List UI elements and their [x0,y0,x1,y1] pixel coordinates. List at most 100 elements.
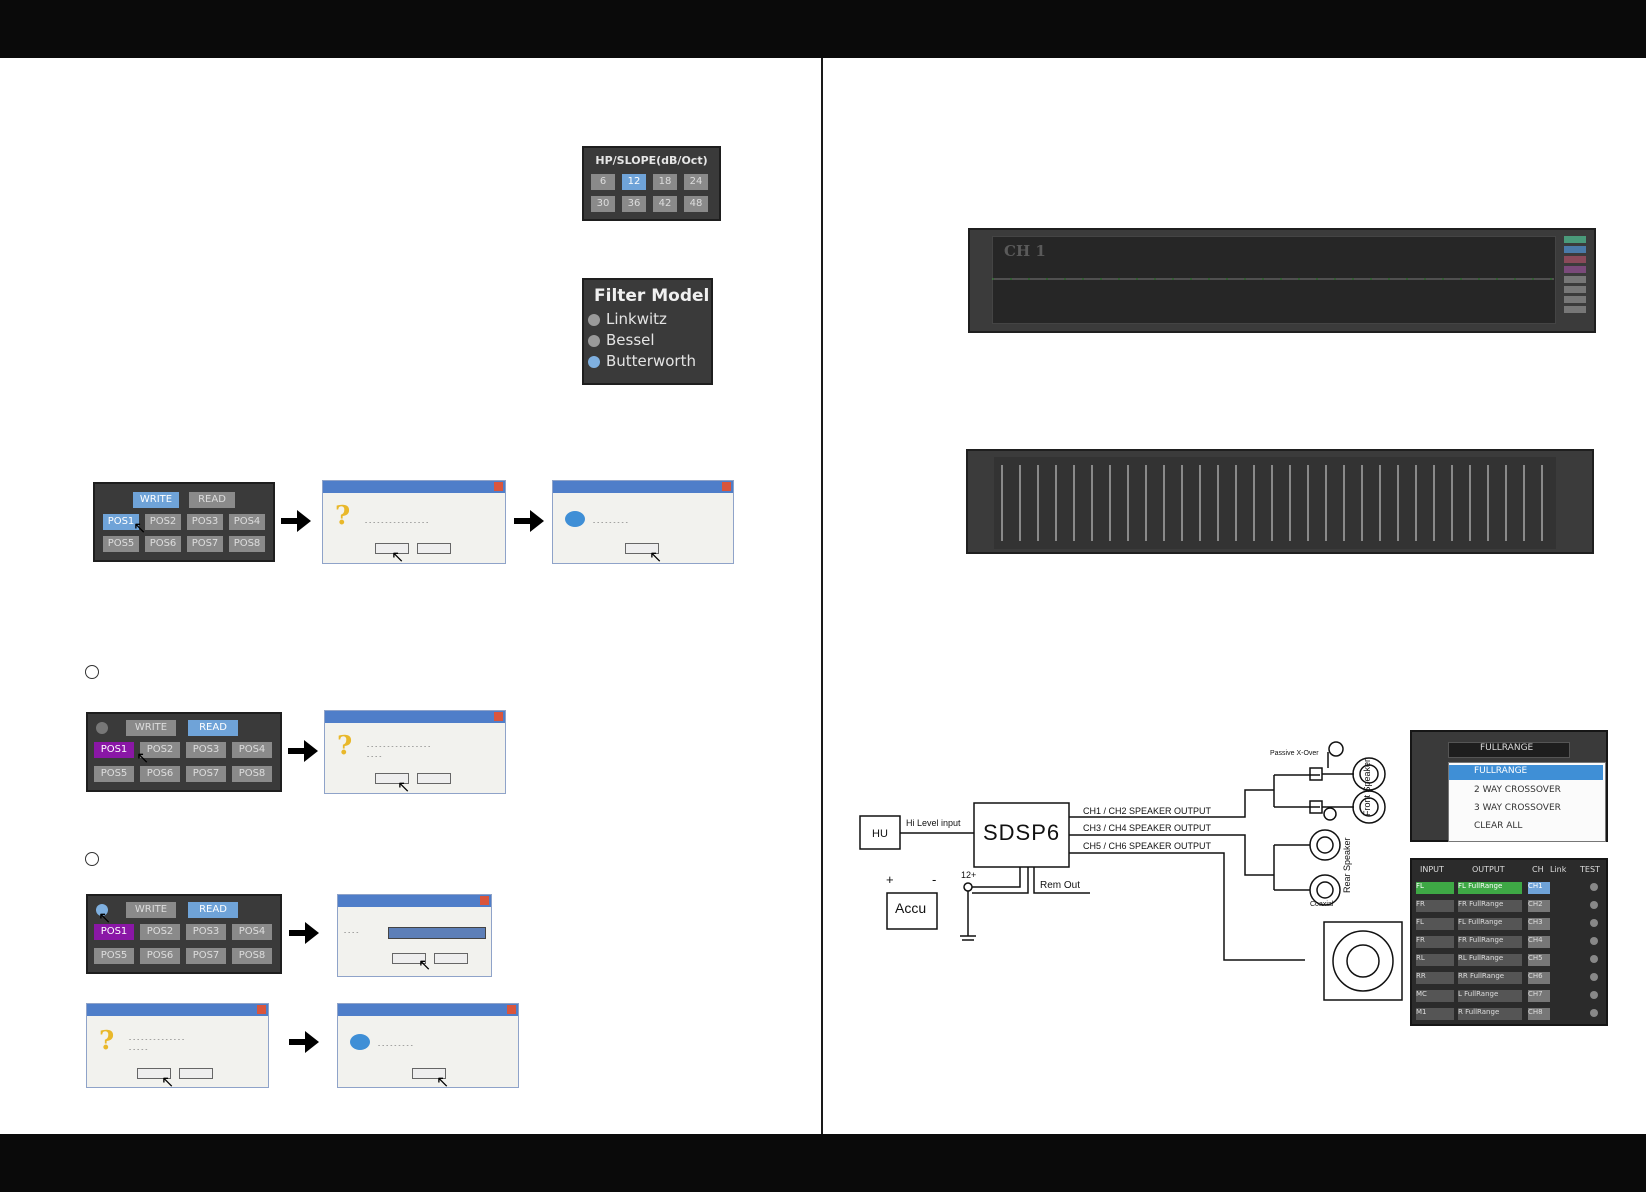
write-button[interactable]: WRITE [126,902,176,918]
routing-test-button[interactable] [1590,991,1598,999]
routing-ch-badge: CH4 [1528,936,1550,948]
pos6-button[interactable]: POS6 [140,948,180,964]
pos4-button[interactable]: POS4 [229,514,265,530]
pos6-button[interactable]: POS6 [140,766,180,782]
eq-side-button[interactable] [1564,266,1586,273]
eq-side-button[interactable] [1564,246,1586,253]
routing-test-button[interactable] [1590,1009,1598,1017]
routing-output-select[interactable]: FL FullRange [1458,918,1522,930]
radio-bessel[interactable] [588,335,600,347]
eq-side-button[interactable] [1564,306,1586,313]
preset-select[interactable] [388,927,486,939]
eq-curve [992,278,1554,280]
pos8-button[interactable]: POS8 [232,766,272,782]
close-icon[interactable] [257,1005,266,1014]
plus-label: + [886,872,894,887]
pos1-button[interactable]: POS1 [94,742,134,758]
dialog-cancel-button[interactable] [434,953,468,964]
filter-option-butterworth: Butterworth [606,352,696,370]
eq-side-button[interactable] [1564,236,1586,243]
cursor-arrow-icon: ↖ [133,518,147,537]
crossover-selected-value: FULLRANGE [1480,743,1534,753]
pos6-button[interactable]: POS6 [145,536,181,552]
dialog-message: - - - - - - - - - - - - - - - - [365,519,429,526]
routing-input-select[interactable]: FL [1416,918,1454,930]
routing-input-select[interactable]: FR [1416,936,1454,948]
slope-btn-36[interactable]: 36 [622,196,646,212]
close-icon[interactable] [494,482,503,491]
hi-level-input-label: Hi Level input [906,818,961,828]
routing-input-select[interactable]: RL [1416,954,1454,966]
eq-slider-bank[interactable] [994,457,1556,549]
write-button[interactable]: WRITE [133,492,179,508]
read-button[interactable]: READ [188,720,238,736]
dialog-cancel-button[interactable] [417,543,451,554]
pos8-button[interactable]: POS8 [229,536,265,552]
routing-test-button[interactable] [1590,919,1598,927]
write-button[interactable]: WRITE [126,720,176,736]
close-icon[interactable] [480,896,489,905]
routing-input-select[interactable]: RR [1416,972,1454,984]
pos4-button[interactable]: POS4 [232,924,272,940]
pos4-button[interactable]: POS4 [232,742,272,758]
close-icon[interactable] [722,482,731,491]
routing-output-select[interactable]: R FullRange [1458,1008,1522,1020]
pos5-button[interactable]: POS5 [94,948,134,964]
routing-output-select[interactable]: RL FullRange [1458,954,1522,966]
pos7-button[interactable]: POS7 [186,766,226,782]
routing-test-button[interactable] [1590,955,1598,963]
routing-output-select[interactable]: FR FullRange [1458,900,1522,912]
pos3-button[interactable]: POS3 [186,742,226,758]
step-bullet [85,665,99,679]
cursor-arrow-icon: ↖ [136,748,150,767]
slope-btn-48[interactable]: 48 [684,196,708,212]
routing-output-select[interactable]: RR FullRange [1458,972,1522,984]
eq-side-button[interactable] [1564,286,1586,293]
passive-xover-label: Passive X-Over [1270,750,1319,757]
pos3-button[interactable]: POS3 [187,514,223,530]
crossover-option-3way[interactable]: 3 WAY CROSSOVER [1474,803,1561,813]
pos2-button[interactable]: POS2 [140,924,180,940]
pos5-button[interactable]: POS5 [94,766,134,782]
close-icon[interactable] [494,712,503,721]
routing-input-select[interactable]: M1 [1416,1008,1454,1020]
crossover-option-clear[interactable]: CLEAR ALL [1474,821,1522,831]
routing-input-select[interactable]: FR [1416,900,1454,912]
routing-input-select[interactable]: FL [1416,882,1454,894]
pos2-button[interactable]: POS2 [145,514,181,530]
slope-btn-12[interactable]: 12 [622,174,646,190]
slope-btn-24[interactable]: 24 [684,174,708,190]
routing-input-select[interactable]: MC [1416,990,1454,1002]
dialog-message: - - - - [367,753,382,760]
eq-graph-window: CH 1 [968,228,1596,333]
read-button[interactable]: READ [188,902,238,918]
slope-btn-42[interactable]: 42 [653,196,677,212]
slope-btn-18[interactable]: 18 [653,174,677,190]
close-icon[interactable] [507,1005,516,1014]
routing-output-select[interactable]: FR FullRange [1458,936,1522,948]
routing-ch-badge: CH8 [1528,1008,1550,1020]
radio-butterworth[interactable] [588,356,600,368]
read-button[interactable]: READ [189,492,235,508]
radio-linkwitz[interactable] [588,314,600,326]
routing-test-button[interactable] [1590,901,1598,909]
dialog-cancel-button[interactable] [417,773,451,784]
pos7-button[interactable]: POS7 [187,536,223,552]
eq-side-button[interactable] [1564,256,1586,263]
routing-output-select[interactable]: L FullRange [1458,990,1522,1002]
slope-btn-30[interactable]: 30 [591,196,615,212]
pos7-button[interactable]: POS7 [186,948,226,964]
eq-side-button[interactable] [1564,276,1586,283]
crossover-option-2way[interactable]: 2 WAY CROSSOVER [1474,785,1561,795]
routing-test-button[interactable] [1590,883,1598,891]
routing-test-button[interactable] [1590,937,1598,945]
pos3-button[interactable]: POS3 [186,924,226,940]
pos8-button[interactable]: POS8 [232,948,272,964]
filter-option-bessel: Bessel [606,331,655,349]
routing-test-button[interactable] [1590,973,1598,981]
pos5-button[interactable]: POS5 [103,536,139,552]
eq-side-button[interactable] [1564,296,1586,303]
routing-output-select[interactable]: FL FullRange [1458,882,1522,894]
slope-btn-6[interactable]: 6 [591,174,615,190]
dialog-cancel-button[interactable] [179,1068,213,1079]
